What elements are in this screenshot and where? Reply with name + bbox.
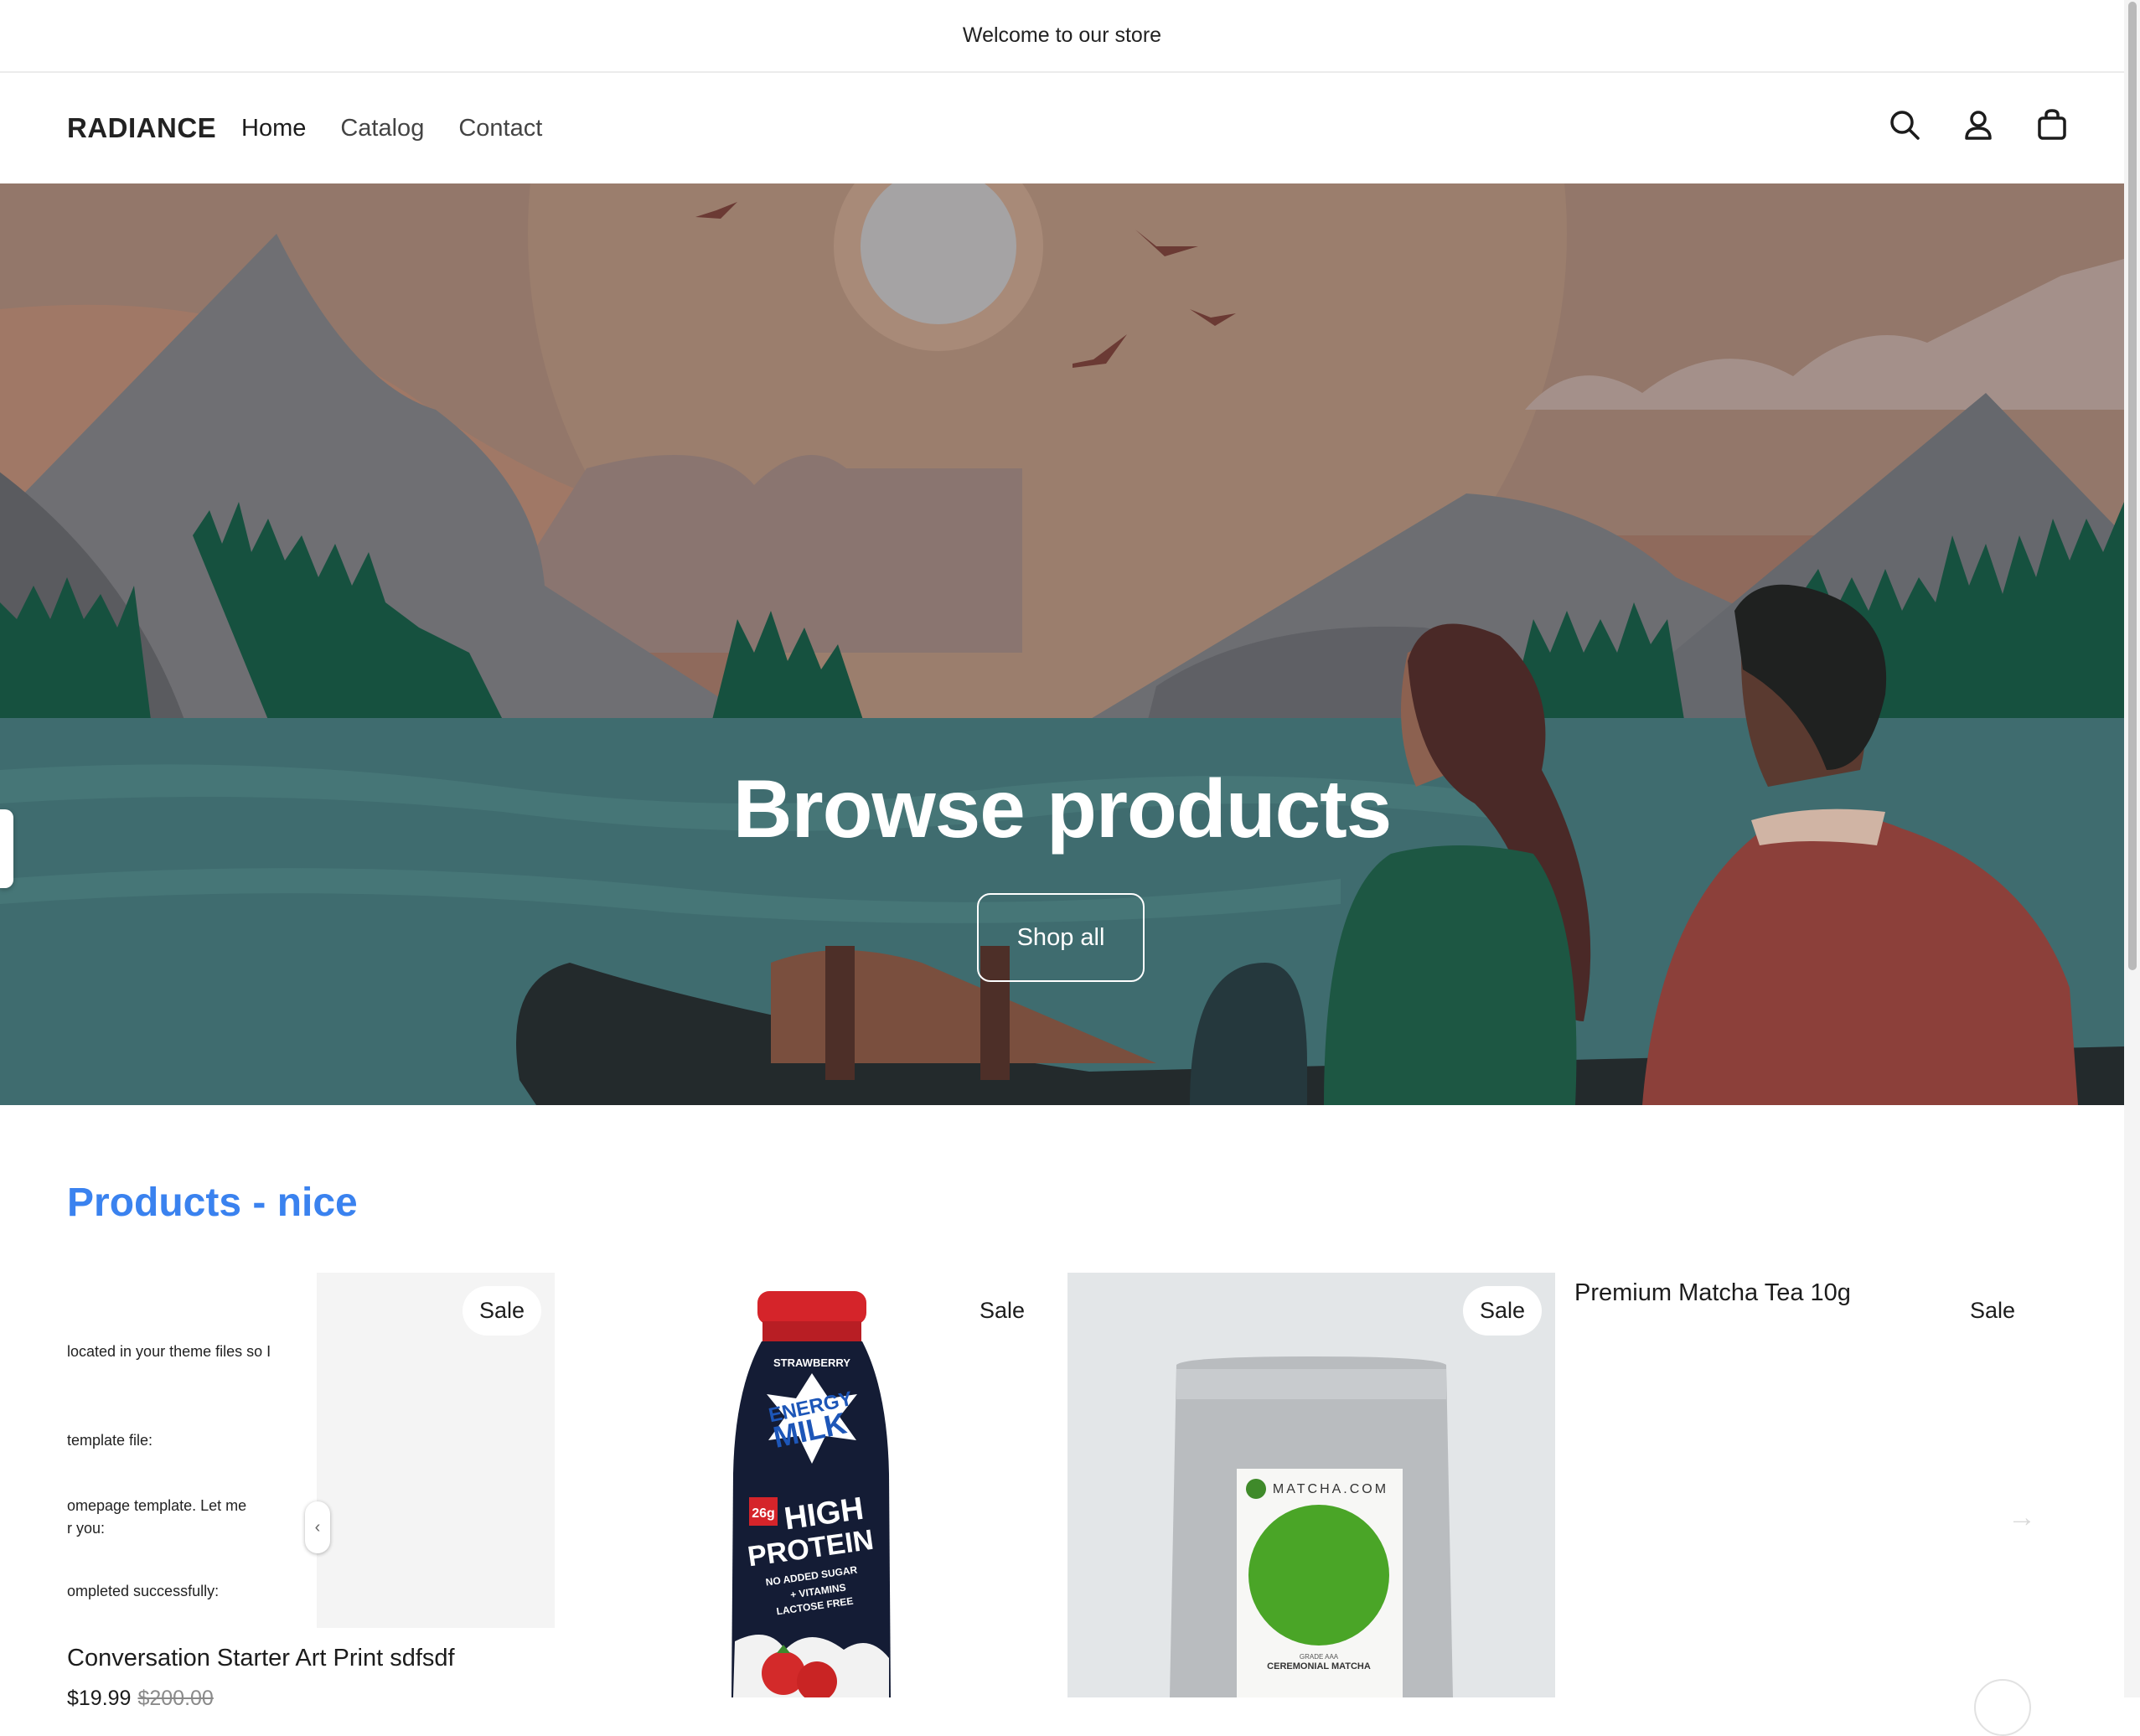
store-logo[interactable]: RADIANCE	[67, 112, 216, 144]
product-card[interactable]: MATCHA.COM GRADE AAA CEREMONIAL MATCHA S…	[1067, 1273, 1555, 1697]
image-text: 26g	[752, 1506, 775, 1521]
product-card[interactable]: STRAWBERRY ENERGY MILK 26g HIGH PROTEIN …	[567, 1273, 1055, 1697]
carousel-prev-button[interactable]: ‹	[305, 1501, 330, 1553]
doc-line: template file:	[67, 1432, 153, 1449]
cart-icon[interactable]	[2034, 106, 2070, 143]
search-icon[interactable]	[1886, 106, 1923, 143]
product-image-matcha-pouch: MATCHA.COM GRADE AAA CEREMONIAL MATCHA	[1067, 1273, 1555, 1697]
sale-badge: Sale	[1970, 1298, 2016, 1323]
doc-line: r you:	[67, 1520, 106, 1537]
image-text: STRAWBERRY	[773, 1356, 850, 1369]
nav-catalog[interactable]: Catalog	[340, 115, 424, 142]
sale-price: $19.99	[67, 1687, 132, 1710]
doc-line: omepage template. Let me	[67, 1497, 247, 1514]
hero-banner: Browse products Shop all	[0, 183, 2124, 1105]
product-card[interactable]: located in your theme files so I templat…	[67, 1273, 555, 1710]
section-heading: Products - nice	[67, 1181, 358, 1225]
announcement-bar: Welcome to our store	[0, 0, 2124, 73]
product-image-energy-milk: STRAWBERRY ENERGY MILK 26g HIGH PROTEIN …	[731, 1291, 891, 1697]
header-icons	[1886, 106, 2070, 143]
product-title[interactable]: Premium Matcha Tea 10g	[1574, 1279, 1851, 1307]
product-card[interactable]: Premium Matcha Tea 10g Sale	[1574, 1273, 2040, 1697]
site-header: RADIANCE Home Catalog Contact	[0, 73, 2124, 183]
image-text: CEREMONIAL MATCHA	[1267, 1661, 1371, 1671]
doc-line: located in your theme files so I	[67, 1343, 271, 1360]
nav-contact[interactable]: Contact	[458, 115, 542, 142]
scroll-control-button[interactable]	[1974, 1679, 2031, 1736]
sale-badge: Sale	[963, 1286, 1042, 1336]
product-price: $19.99 $200.00	[67, 1687, 214, 1711]
nav-home[interactable]: Home	[241, 115, 306, 142]
account-icon[interactable]	[1960, 106, 1997, 143]
scrollbar-thumb[interactable]	[2128, 2, 2137, 970]
shop-all-button[interactable]: Shop all	[977, 893, 1145, 982]
main-nav: Home Catalog Contact	[241, 115, 542, 142]
doc-line: ompleted successfully:	[67, 1583, 220, 1599]
sale-badge: Sale	[463, 1286, 542, 1336]
announcement-text: Welcome to our store	[962, 23, 1162, 47]
hero-title: Browse products	[732, 762, 1392, 855]
carousel-next-arrow-icon[interactable]: →	[2008, 1501, 2036, 1534]
product-title[interactable]: Conversation Starter Art Print sdfsdf	[67, 1645, 455, 1672]
image-text: GRADE AAA	[1300, 1653, 1339, 1661]
side-drawer-handle[interactable]	[0, 809, 13, 888]
compare-price: $200.00	[137, 1687, 214, 1710]
sale-badge: Sale	[1463, 1286, 1543, 1336]
image-text: MATCHA.COM	[1273, 1482, 1388, 1496]
